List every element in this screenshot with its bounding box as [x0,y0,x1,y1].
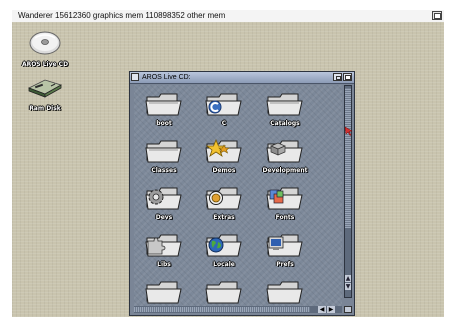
item-label: Prefs [276,261,294,268]
drawer-item-locale[interactable]: Locale [194,230,254,268]
drawer-item-partial[interactable] [255,277,315,307]
ram-disk-icon [28,79,63,98]
depth-icon[interactable] [343,73,352,81]
item-label: Classes [151,167,177,174]
drawer-item-classes[interactable]: Classes [134,136,194,174]
screen-depth-icon[interactable] [432,11,442,20]
desktop-icon-label: AROS Live CD [21,61,69,68]
extras-drawer-icon [205,187,242,210]
item-label: Extras [213,214,235,221]
item-label: boot [156,120,172,127]
close-icon[interactable] [131,73,139,81]
globe-drawer-icon [205,234,242,257]
item-label: Devs [155,214,173,221]
star-drawer-icon [205,138,242,163]
drawer-item-fonts[interactable]: Fonts [255,183,315,221]
window-title-bar[interactable]: AROS Live CD: [130,72,354,84]
resize-icon[interactable] [344,306,352,313]
desktop-icon-label: Ram Disk [29,105,61,112]
cd-disk-icon [29,31,61,55]
scroll-up-icon[interactable]: ▲ [345,275,351,282]
desktop-icon-aros-live-cd[interactable]: AROS Live CD [15,26,75,68]
scroll-left-icon[interactable]: ◀ [318,306,326,313]
drawer-item-prefs[interactable]: Prefs [255,230,315,268]
drawer-item-demos[interactable]: Demos [194,136,254,174]
mouse-pointer-icon [344,126,353,136]
prefs-drawer-icon [266,234,303,257]
scroll-right-icon[interactable]: ▶ [327,306,335,313]
desktop-icon-ram-disk[interactable]: Ram Disk [15,72,75,112]
vertical-scroll-thumb[interactable] [345,88,351,228]
screen-title: Wanderer 15612360 graphics mem 110898352… [18,11,226,20]
drawer-item-partial[interactable] [134,277,194,307]
item-label: Development [262,167,308,174]
window-title: AROS Live CD: [142,74,191,81]
drawer-item-development[interactable]: Development [255,136,315,174]
dev-drawer-icon [266,140,303,163]
drawer-contents[interactable]: boot C Catalogs Classes Demos Developmen… [134,85,342,307]
drawer-item-partial[interactable] [194,277,254,307]
puzzle-drawer-icon [145,234,182,257]
item-label: Libs [157,261,171,268]
drawer-icon [205,281,242,304]
drawer-icon [266,281,303,304]
drawer-item-libs[interactable]: Libs [134,230,194,268]
drawer-window[interactable]: AROS Live CD: boot C Catalogs Classes De… [129,71,355,316]
drawer-icon [145,140,182,163]
drawer-item-devs[interactable]: Devs [134,183,194,221]
drawer-icon [145,281,182,304]
item-label: Demos [212,167,236,174]
desktop[interactable]: AROS Live CD Ram Disk AROS Live CD: boot… [12,22,444,317]
drawer-icon [266,93,303,116]
item-label: Catalogs [270,120,300,127]
drawer-item-catalogs[interactable]: Catalogs [255,89,315,127]
item-label: Fonts [275,214,295,221]
drawer-icon [145,93,182,116]
horizontal-scrollbar[interactable]: ◀ ▶ [134,306,342,313]
c-drawer-icon [205,93,242,116]
item-label: C [221,120,227,127]
item-label: Locale [213,261,235,268]
drawer-item-boot[interactable]: boot [134,89,194,127]
fonts-drawer-icon [266,187,303,210]
gear-drawer-icon [145,187,182,210]
horizontal-scroll-thumb[interactable] [134,307,310,312]
drawer-item-extras[interactable]: Extras [194,183,254,221]
vertical-scrollbar[interactable]: ▲ ▼ [344,85,352,298]
drawer-item-c[interactable]: C [194,89,254,127]
zoom-icon[interactable] [333,73,342,81]
scroll-down-icon[interactable]: ▼ [345,283,351,290]
